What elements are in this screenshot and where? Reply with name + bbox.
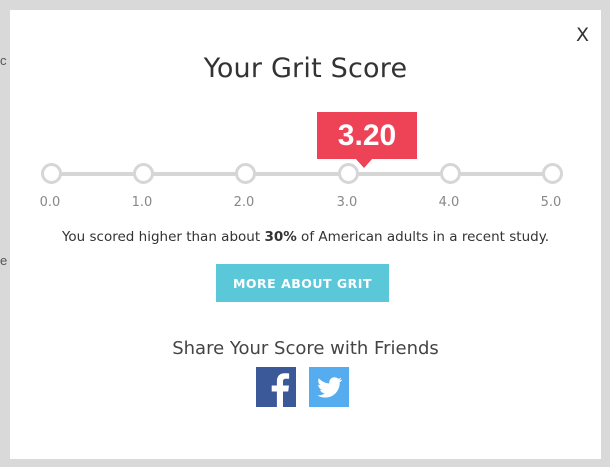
score-scale-track — [50, 172, 553, 176]
scale-label: 3.0 — [336, 195, 358, 210]
close-button[interactable]: X — [576, 26, 589, 45]
scale-label: 1.0 — [131, 195, 153, 210]
scale-label: 2.0 — [233, 195, 255, 210]
scale-tick — [133, 163, 154, 184]
backdrop-text-fragment: e — [0, 253, 8, 268]
result-suffix: of American adults in a recent study. — [296, 229, 550, 245]
share-heading: Share Your Score with Friends — [172, 338, 439, 359]
backdrop-text-fragment: c — [0, 53, 7, 68]
more-about-grit-button[interactable]: MORE ABOUT GRIT — [216, 264, 389, 302]
scale-label: 5.0 — [540, 195, 562, 210]
score-result-text: You scored higher than about 30% of Amer… — [10, 229, 601, 245]
scale-tick — [542, 163, 563, 184]
scale-tick — [235, 163, 256, 184]
scale-tick — [41, 163, 62, 184]
result-percent: 30% — [264, 229, 297, 245]
grit-score-modal: X Your Grit Score 3.20 0.0 1.0 2.0 3.0 4… — [10, 10, 601, 459]
scale-tick — [440, 163, 461, 184]
scale-label: 0.0 — [39, 195, 61, 210]
facebook-icon[interactable] — [256, 367, 296, 407]
scale-tick — [338, 163, 359, 184]
modal-title: Your Grit Score — [203, 53, 408, 84]
score-badge: 3.20 — [317, 112, 417, 168]
result-prefix: You scored higher than about — [61, 229, 265, 245]
twitter-icon[interactable] — [309, 367, 349, 407]
scale-label: 4.0 — [438, 195, 460, 210]
